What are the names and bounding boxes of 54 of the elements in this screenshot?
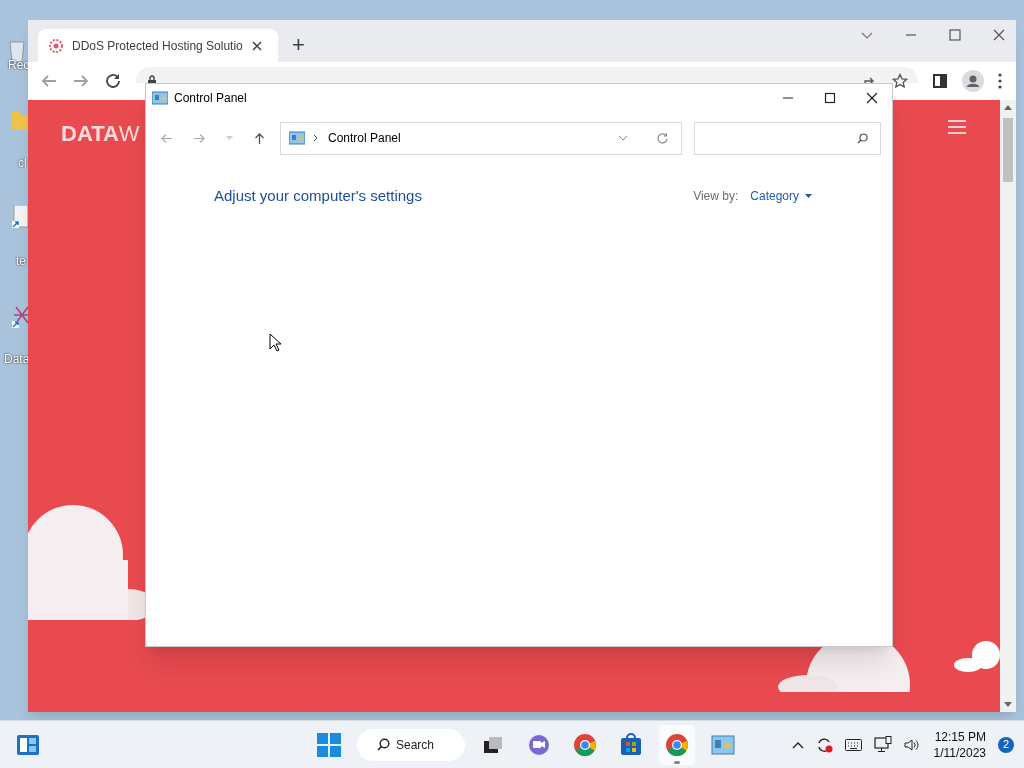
scrollbar-thumb[interactable] [1003, 118, 1013, 182]
maximize-icon[interactable] [824, 92, 836, 104]
up-icon[interactable] [253, 131, 266, 145]
control-panel-icon [711, 732, 735, 757]
address-field[interactable]: Control Panel [280, 121, 682, 155]
favicon-icon [48, 37, 64, 54]
back-icon[interactable] [160, 131, 173, 145]
notification-badge[interactable]: 2 [998, 736, 1014, 753]
scroll-up-icon[interactable] [1004, 104, 1012, 110]
control-panel-icon [289, 131, 305, 145]
breadcrumb[interactable]: Control Panel [328, 129, 401, 147]
chrome-icon [665, 732, 689, 757]
search-icon [377, 738, 390, 751]
menu-icon[interactable] [998, 73, 1002, 89]
clock-time[interactable]: 12:15 PM [934, 728, 986, 745]
view-by-dropdown[interactable]: Category [750, 187, 812, 206]
scroll-down-icon[interactable] [1004, 702, 1012, 708]
keyboard-icon[interactable] [844, 738, 862, 751]
forward-icon[interactable] [193, 131, 206, 145]
profile-icon[interactable] [962, 70, 984, 92]
chevron-down-icon[interactable] [618, 135, 628, 141]
close-icon[interactable] [866, 92, 878, 104]
widgets-icon[interactable] [16, 733, 40, 756]
taskbar-search[interactable]: Search [357, 728, 465, 761]
chevron-up-icon[interactable] [791, 740, 804, 749]
reload-icon[interactable] [104, 72, 122, 90]
network-icon[interactable] [873, 736, 892, 753]
window-title: Control Panel [174, 90, 247, 107]
new-tab-button[interactable]: + [286, 34, 311, 56]
sync-icon[interactable] [815, 736, 833, 753]
volume-icon[interactable] [903, 737, 920, 752]
browser-tab[interactable]: DDoS Protected Hosting Solutio [38, 29, 278, 62]
refresh-icon[interactable] [656, 131, 669, 145]
tab-title: DDoS Protected Hosting Solutio [72, 37, 244, 55]
chat-icon [527, 732, 551, 757]
search-icon [857, 132, 868, 144]
chrome-icon [573, 732, 597, 757]
close-icon[interactable] [252, 40, 262, 51]
cursor-icon [269, 333, 281, 352]
view-by-label: View by: [693, 188, 739, 206]
clock-date[interactable]: 1/11/2023 [933, 744, 986, 761]
side-panel-icon[interactable] [932, 73, 948, 89]
close-icon[interactable] [992, 28, 1006, 42]
search-field[interactable] [694, 121, 881, 155]
control-panel-icon [152, 91, 168, 105]
start-icon[interactable] [317, 732, 341, 757]
chevron-right-icon [313, 134, 318, 142]
star-icon[interactable] [892, 73, 908, 89]
page-heading: Adjust your computer's settings [214, 186, 422, 206]
caret-icon [805, 194, 812, 199]
scrollbar[interactable] [1000, 100, 1016, 712]
lock-icon [146, 75, 158, 83]
store-icon [619, 732, 643, 757]
active-indicator [674, 760, 680, 764]
